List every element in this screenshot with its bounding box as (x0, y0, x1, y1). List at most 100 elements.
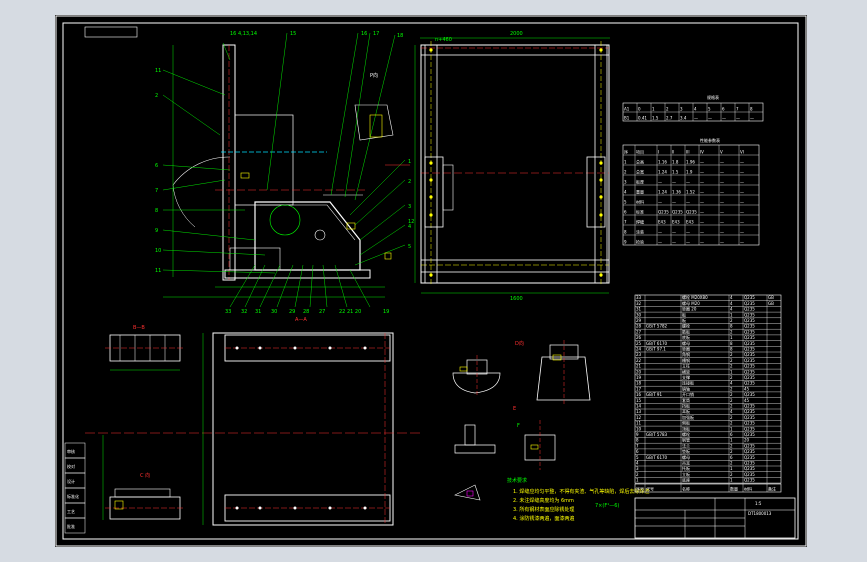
parts-list-cell: 21 (636, 364, 642, 369)
parts-list-cell: 垫板 (682, 448, 690, 454)
parts-list-cell: 加强板 (682, 414, 694, 420)
spec-table-2-cell: 焊缝 (636, 219, 644, 225)
callout-right-2: 2 (408, 179, 411, 185)
spec-table-2-cell: III (686, 150, 690, 155)
callout-bottom-4: 30 (271, 309, 277, 315)
parts-list-cell: 23 (636, 352, 642, 357)
parts-list-cell: 2 (636, 472, 639, 477)
parts-list-cell: 支撑 (682, 374, 690, 380)
spec-table-1: A1 0 1 2 3 4 5 6 7 8 B1 0.41 1.5 2.7 3.4 — — — — — (622, 102, 764, 122)
parts-list-cell: 螺母 (682, 340, 690, 346)
parts-list-cell: 8 (730, 347, 733, 352)
callout-bottom-1: 33 (225, 309, 231, 315)
spec-table-2-cell: 6 (624, 210, 627, 215)
parts-list-cell: Q235 (744, 426, 755, 431)
parts-list-cell: 托板 (682, 465, 690, 471)
callout-left-4: 7 (155, 188, 158, 194)
callout-bottom-7: 27 (319, 309, 325, 315)
parts-list-cell: GB/T 91 (646, 392, 662, 397)
spec-table-2-title: 性能参数表 (700, 137, 720, 143)
left-strip-cell: 工艺 (67, 509, 75, 514)
spec-table-1-cell: 1.5 (652, 116, 659, 121)
parts-list-cell: Q235 (744, 432, 755, 437)
spec-table-2-cell: — (700, 200, 704, 205)
spec-table-2-cell: 板厚 (636, 179, 644, 185)
parts-list-cell: 1 (730, 466, 733, 471)
parts-list-cell: 15 (636, 398, 642, 403)
parts-list-cell: Q235 (744, 466, 755, 471)
parts-list-cell: 钢管 (682, 437, 690, 443)
plan-view (85, 332, 423, 526)
spec-table-2-cell: — (720, 160, 724, 165)
parts-list-cell: 2 (730, 449, 733, 454)
parts-list-cell: 27 (636, 329, 642, 334)
spec-table-1-cell: 0 (638, 107, 641, 112)
parts-list-cell: 2 (730, 472, 733, 477)
spec-table-1-cell: 2 (666, 107, 669, 112)
parts-list-cell: 2 (730, 364, 733, 369)
parts-list-cell: Q235 (744, 472, 755, 477)
parts-list-cell: 1 (730, 335, 733, 340)
spec-table-2-cell: — (740, 210, 744, 215)
parts-list-cell: 2 (730, 358, 733, 363)
spec-table-2-cell: 3 (624, 180, 627, 185)
parts-list-cell: 6 (636, 449, 639, 454)
spec-table-2-cell: V (720, 150, 723, 155)
tech-notes-title: 技术要求 (507, 477, 527, 484)
spec-table-2-cell: — (700, 190, 704, 195)
parts-list-cell: 4 (730, 409, 733, 414)
parts-list-cell: Q235 (744, 421, 755, 426)
parts-list-cell: 2 (730, 404, 733, 409)
parts-list-cell: 2 (730, 415, 733, 420)
parts-list-cell: 吊耳 (682, 461, 690, 466)
parts-list-cell: 45 (744, 386, 750, 391)
parts-list-cell: 螺栓 (682, 431, 690, 437)
parts-list-cell: 2 (730, 318, 733, 323)
view-d-title: D向 (515, 340, 524, 347)
parts-list-cell: Q235 (744, 409, 755, 414)
parts-list-cell: 4 (730, 381, 733, 386)
spec-table-2-cell: 检验 (636, 239, 644, 245)
spec-table-2-cell: 1.24 (658, 190, 667, 195)
callout-bottom-9: 19 (383, 309, 389, 315)
parts-list-cell: 2 (730, 352, 733, 357)
parts-list-cell: Q235 (744, 449, 755, 454)
parts-list-cell: Q235 (744, 312, 755, 317)
parts-list-cell: Q235 (744, 392, 755, 397)
parts-list-cell: GB/T 6170 (646, 341, 668, 346)
parts-list-header-cell: 名称 (682, 486, 690, 492)
parts-list-cell: 19 (636, 375, 642, 380)
drawing-number: DT1800013 (748, 511, 772, 516)
bottom-callouts: 33 32 31 30 29 28 27 22 21 20 19 A—A (225, 309, 389, 323)
view-b-title: B—B (133, 325, 145, 331)
parts-list-cell: 2 (730, 443, 733, 448)
spec-table-1-cell: B1 (624, 116, 630, 121)
spec-table-2-cell: 1.96 (686, 160, 695, 165)
parts-list-cell: Q235 (744, 347, 755, 352)
spec-table-1-cell: 0.41 (638, 116, 647, 121)
parts-list-cell: 板 (682, 317, 686, 323)
parts-list-cell: 侧板 (682, 420, 690, 426)
parts-list-cell: 1 (636, 478, 639, 483)
callout-bottom-3: 31 (255, 309, 261, 315)
spec-table-2-cell: — (740, 230, 744, 235)
spec-table-2-cell: — (686, 180, 690, 185)
parts-list-cell: Q235 (744, 341, 755, 346)
spec-table-2-cell: 1.24 (658, 170, 667, 175)
parts-list-cell: 9 (636, 432, 639, 437)
spec-table-2-cell: 1 (624, 160, 627, 165)
spec-table-2-cell: — (658, 230, 662, 235)
parts-list-cell: 立柱 (682, 363, 690, 369)
parts-list-cell: 1 (730, 369, 733, 374)
callout-top-2: 15 (290, 31, 296, 37)
spec-table-2-cell: — (700, 180, 704, 185)
spec-table-2-cell: — (700, 170, 704, 175)
side-bottom-dim: 1600 (510, 296, 523, 302)
parts-list-cell: 顶板 (682, 425, 690, 431)
spec-table-1-cell: 3.4 (680, 116, 687, 121)
callout-bottom-5: 29 (289, 309, 295, 315)
parts-list-cell: 20 (744, 438, 750, 443)
parts-list-cell: Q235 (744, 415, 755, 420)
parts-list-cell: 套筒 (682, 397, 690, 403)
parts-list-cell: Q235 (744, 301, 755, 306)
